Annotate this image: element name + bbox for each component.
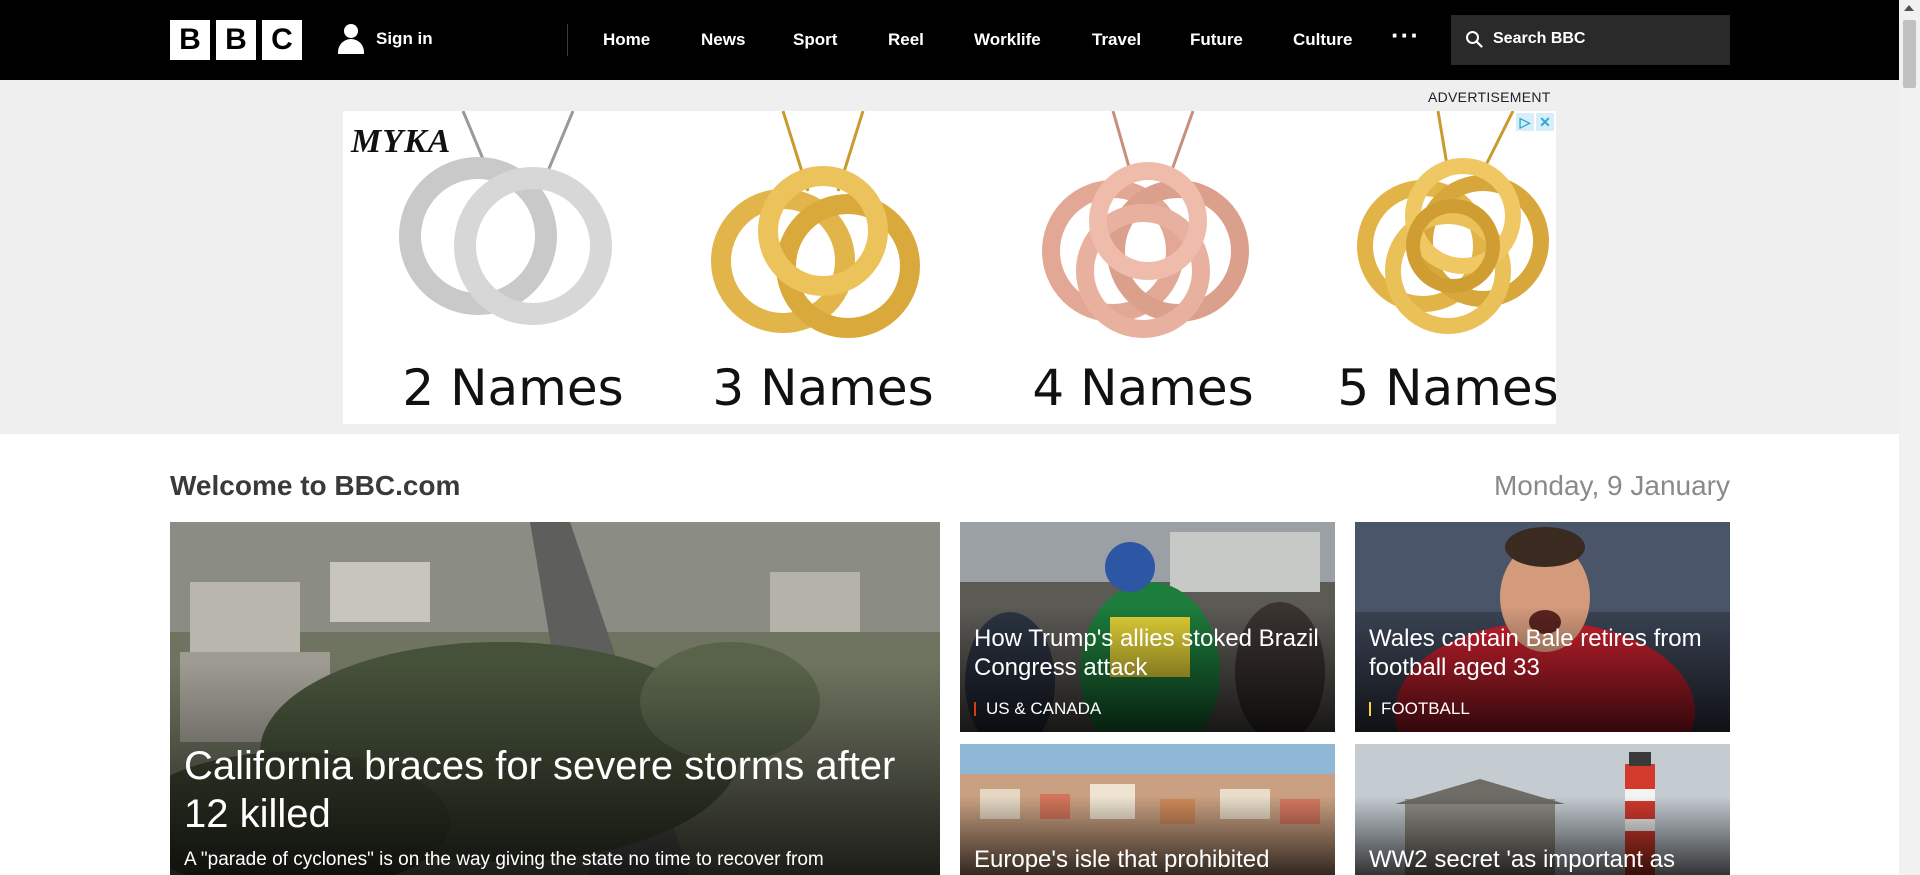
nav-travel[interactable]: Travel <box>1092 30 1141 50</box>
date-label: Monday, 9 January <box>1493 470 1730 501</box>
nav-divider <box>567 24 568 56</box>
ad-product[interactable]: 5 Names <box>1298 111 1556 424</box>
story-card[interactable]: Wales captain Bale retires from football… <box>1355 522 1730 732</box>
scrollbar-thumb[interactable] <box>1903 20 1916 88</box>
search-placeholder: Search BBC <box>1493 30 1586 47</box>
story-card[interactable]: Europe's isle that prohibited <box>960 744 1335 875</box>
user-icon <box>336 22 366 56</box>
advertisement[interactable]: MYKA ▷ ✕ 2 Names 3 Names 4 Names 5 Names <box>343 111 1556 424</box>
nav-worklife[interactable]: Worklife <box>974 30 1041 50</box>
search-icon <box>1466 31 1483 48</box>
necklace-2-rings-image <box>399 111 612 325</box>
story-title[interactable]: Europe's isle that prohibited <box>974 846 1321 875</box>
ad-product-caption: 4 Names <box>1032 359 1254 417</box>
page-title: Welcome to BBC.com <box>170 470 461 501</box>
story-card[interactable]: How Trump's allies stoked Brazil Congres… <box>960 522 1335 732</box>
nav-future[interactable]: Future <box>1190 30 1243 50</box>
ad-product[interactable]: 4 Names <box>993 111 1293 424</box>
lead-story-card[interactable]: California braces for severe storms afte… <box>170 522 940 875</box>
necklace-3-rings-image <box>711 111 920 338</box>
story-tag[interactable]: FOOTBALL <box>1369 699 1470 719</box>
story-title[interactable]: How Trump's allies stoked Brazil Congres… <box>974 625 1321 683</box>
story-card[interactable]: WW2 secret 'as important as <box>1355 744 1730 875</box>
sign-in-button[interactable]: Sign in <box>336 22 433 56</box>
logo-block: C <box>262 20 302 60</box>
story-title[interactable]: California braces for severe storms afte… <box>184 742 926 838</box>
story-title[interactable]: WW2 secret 'as important as <box>1369 846 1716 875</box>
ad-product[interactable]: 3 Names <box>673 111 973 424</box>
scroll-up-icon[interactable] <box>1904 5 1914 11</box>
nav-sport[interactable]: Sport <box>793 30 837 50</box>
nav-culture[interactable]: Culture <box>1293 30 1353 50</box>
ad-product[interactable]: 2 Names <box>363 111 663 424</box>
story-summary: A "parade of cyclones" is on the way giv… <box>184 849 824 870</box>
more-menu-button[interactable]: ··· <box>1391 20 1420 51</box>
nav-reel[interactable]: Reel <box>888 30 924 50</box>
sign-in-label: Sign in <box>376 29 433 48</box>
ad-product-caption: 3 Names <box>712 359 934 417</box>
scrollbar[interactable] <box>1899 0 1920 875</box>
search-box[interactable]: Search BBC <box>1451 15 1730 65</box>
ad-product-caption: 2 Names <box>402 359 624 417</box>
necklace-4-rings-image <box>1042 111 1249 338</box>
nav-home[interactable]: Home <box>603 30 650 50</box>
ad-product-caption: 5 Names <box>1337 359 1556 417</box>
logo-block: B <box>216 20 256 60</box>
necklace-5-rings-image <box>1357 111 1549 334</box>
nav-news[interactable]: News <box>701 30 745 50</box>
story-tag[interactable]: US & CANADA <box>974 699 1101 719</box>
top-bar: B B C Sign in Home News Sport Reel Workl… <box>0 0 1899 80</box>
bbc-logo[interactable]: B B C <box>170 20 302 60</box>
story-title[interactable]: Wales captain Bale retires from football… <box>1369 625 1716 683</box>
ad-label: ADVERTISEMENT <box>1428 89 1551 105</box>
logo-block: B <box>170 20 210 60</box>
